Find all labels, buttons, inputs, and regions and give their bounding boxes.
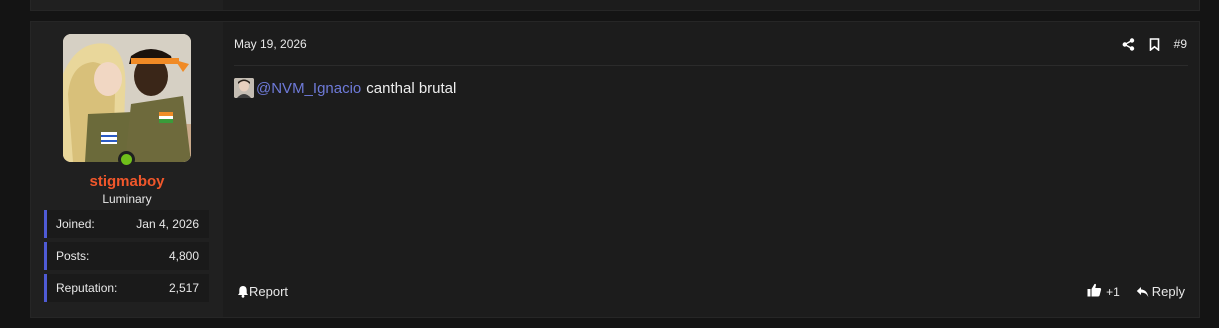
- user-avatar[interactable]: [63, 34, 191, 162]
- post-body: @NVM_Ignacio canthal brutal: [234, 78, 456, 98]
- post-footer: Report +1 Reply: [223, 280, 1199, 304]
- stat-value: 4,800: [168, 249, 199, 263]
- post-date[interactable]: May 19, 2026: [234, 37, 307, 51]
- like-button[interactable]: [1087, 283, 1102, 300]
- username[interactable]: stigmaboy: [31, 173, 223, 190]
- report-button[interactable]: Report: [237, 284, 288, 299]
- post-message-cell: May 19, 2026 #9 @NVM_Ignacio canthal bru…: [223, 22, 1199, 317]
- bell-icon: [238, 286, 248, 298]
- share-button[interactable]: [1122, 37, 1135, 51]
- header-divider: [234, 65, 1188, 66]
- user-mention-link[interactable]: @NVM_Ignacio: [256, 80, 361, 97]
- stat-posts: Posts: 4,800: [44, 242, 209, 270]
- mention-avatar[interactable]: [234, 78, 254, 98]
- forum-post: stigmaboy Luminary Joined: Jan 4, 2026 P…: [30, 21, 1200, 318]
- report-label: Report: [249, 284, 289, 299]
- reaction-bar: +1 Reply: [1087, 283, 1185, 300]
- stat-value: Jan 4, 2026: [136, 217, 199, 231]
- online-status-indicator: [118, 151, 135, 168]
- avatar-illustration: [63, 34, 191, 162]
- stat-value: 2,517: [168, 281, 199, 295]
- post-number-link[interactable]: #9: [1174, 37, 1187, 51]
- mention-avatar-image: [234, 78, 254, 98]
- post-text: canthal brutal: [366, 79, 457, 97]
- previous-post-edge: [30, 0, 1200, 11]
- bookmark-icon: [1149, 37, 1159, 51]
- thumbs-up-icon: [1087, 283, 1102, 297]
- bookmark-button[interactable]: [1149, 37, 1160, 51]
- like-count[interactable]: +1: [1106, 285, 1120, 299]
- post-user-cell: stigmaboy Luminary Joined: Jan 4, 2026 P…: [31, 22, 223, 317]
- stat-label: Reputation:: [56, 281, 118, 295]
- stat-reputation: Reputation: 2,517: [44, 274, 209, 302]
- stat-label: Joined:: [56, 217, 95, 231]
- post-header-actions: #9: [1108, 34, 1187, 54]
- user-title: Luminary: [102, 192, 152, 206]
- stat-label: Posts:: [56, 249, 90, 263]
- share-icon: [1122, 37, 1134, 51]
- reply-label: Reply: [1151, 284, 1185, 299]
- previous-post-user-cell: [31, 0, 223, 10]
- reply-arrow-icon: [1136, 286, 1149, 297]
- reply-button[interactable]: Reply: [1136, 284, 1185, 299]
- stat-joined: Joined: Jan 4, 2026: [44, 210, 209, 238]
